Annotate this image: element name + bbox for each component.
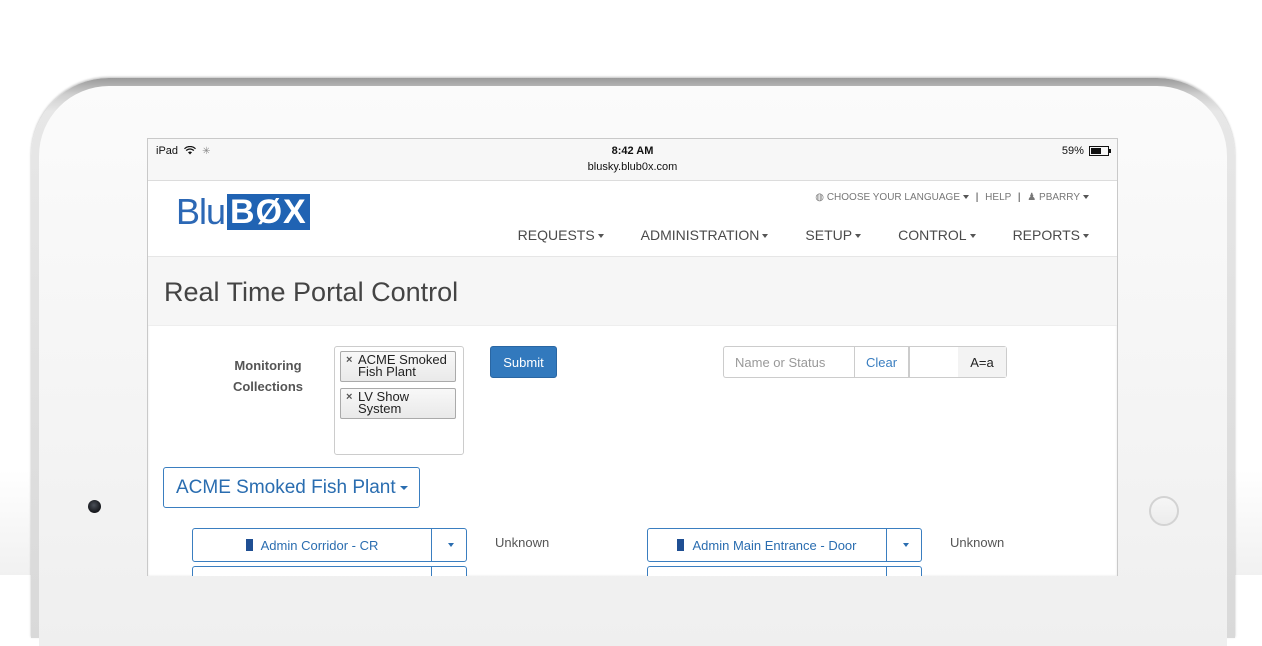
nav-reports[interactable]: REPORTS (1013, 227, 1089, 243)
main-nav: REQUESTS ADMINISTRATION SETUP CONTROL RE… (481, 227, 1089, 243)
chevron-down-icon (399, 485, 408, 490)
case-sensitivity-toggle[interactable]: A=a (909, 346, 1007, 378)
divider: | (1017, 192, 1021, 203)
submit-button[interactable]: Submit (490, 346, 557, 378)
nav-requests[interactable]: REQUESTS (518, 227, 604, 243)
portal-name: Admin Corridor - CR (260, 537, 379, 553)
chevron-down-icon (1083, 234, 1089, 239)
collection-chip[interactable]: × LV Show System (340, 388, 456, 419)
portal-dropdown-toggle[interactable] (432, 529, 466, 561)
portal-dropdown-toggle[interactable] (887, 529, 921, 561)
divider: | (975, 192, 979, 203)
portal-name: Admin Main Entrance - Door (692, 537, 857, 553)
globe-icon: ◍ (815, 192, 825, 203)
portal-status: Unknown (950, 535, 1005, 550)
portal-button[interactable]: Admin Corridor - CR (193, 529, 432, 561)
chevron-down-icon (902, 543, 909, 547)
battery-percent: 59% (1061, 145, 1084, 157)
title-band: Real Time Portal Control (148, 257, 1117, 326)
home-button[interactable] (1149, 496, 1179, 526)
utility-links: ◍ CHOOSE YOUR LANGUAGE | HELP | ♟ PBARRY (815, 192, 1089, 203)
nav-setup[interactable]: SETUP (805, 227, 862, 243)
status-time: 8:42 AM (611, 145, 654, 157)
portal-control: Admin Corridor - CR (192, 528, 467, 562)
remove-icon[interactable]: × (346, 391, 352, 403)
camera-icon (88, 500, 101, 513)
portal-status: Unknown (495, 535, 550, 550)
battery-icon (1089, 146, 1111, 157)
chevron-down-icon (762, 234, 769, 239)
case-label: A=a (958, 347, 1006, 377)
chevron-down-icon (1083, 195, 1089, 200)
clear-button[interactable]: Clear (854, 346, 909, 378)
site-header: Blu BØX ◍ CHOOSE YOUR LANGUAGE | HELP | … (148, 181, 1117, 257)
nav-label: REPORTS (1012, 227, 1080, 243)
portal-control: Admin Main Entrance - Door (647, 528, 922, 562)
chevron-down-icon (969, 234, 976, 239)
blubox-logo[interactable]: Blu BØX (176, 193, 310, 231)
name-status-filter-input[interactable] (723, 346, 854, 378)
logo-text-blu: Blu (176, 191, 226, 232)
remove-icon[interactable]: × (346, 354, 352, 366)
label-line: Collections (232, 379, 304, 394)
monitoring-collections-label: Monitoring Collections (228, 355, 308, 397)
chip-label: System (358, 401, 402, 416)
nav-label: REQUESTS (517, 227, 595, 243)
chevron-down-icon (597, 234, 604, 239)
site-dropdown-button[interactable]: ACME Smoked Fish Plant (163, 467, 420, 508)
logo-text-box: BØX (227, 194, 310, 230)
site-dropdown-label: ACME Smoked Fish Plant (176, 476, 396, 498)
language-selector[interactable]: CHOOSE YOUR LANGUAGE (827, 192, 960, 203)
chevron-down-icon (963, 195, 969, 200)
nav-label: CONTROL (898, 227, 967, 243)
nav-administration[interactable]: ADMINISTRATION (641, 227, 769, 243)
chip-label: Fish Plant (358, 364, 416, 379)
case-checkbox[interactable] (910, 347, 959, 377)
collection-chip[interactable]: × ACME Smoked Fish Plant (340, 351, 456, 382)
status-right: 59% (1061, 145, 1111, 157)
nav-label: SETUP (805, 227, 853, 243)
nav-label: ADMINISTRATION (640, 227, 760, 243)
collections-multiselect[interactable]: × ACME Smoked Fish Plant × LV Show Syste… (334, 346, 464, 455)
url-bar[interactable]: blusky.blub0x.com (148, 161, 1117, 173)
portal-button[interactable]: Admin Main Entrance - Door (648, 529, 887, 561)
page-title: Real Time Portal Control (164, 277, 459, 307)
chevron-down-icon (855, 234, 862, 239)
label-line: Monitoring (234, 358, 302, 373)
user-icon: ♟ (1027, 192, 1037, 203)
nav-control[interactable]: CONTROL (898, 227, 976, 243)
user-menu[interactable]: PBARRY (1039, 192, 1080, 203)
help-link[interactable]: HELP (985, 192, 1011, 203)
door-icon (245, 539, 253, 551)
ipad-screen: iPad ✳ 8:42 AM blusky.blub0x.com 59% Blu… (147, 138, 1118, 576)
chevron-down-icon (447, 543, 454, 547)
door-icon (677, 539, 685, 551)
status-bar: iPad ✳ 8:42 AM blusky.blub0x.com 59% (148, 139, 1117, 181)
